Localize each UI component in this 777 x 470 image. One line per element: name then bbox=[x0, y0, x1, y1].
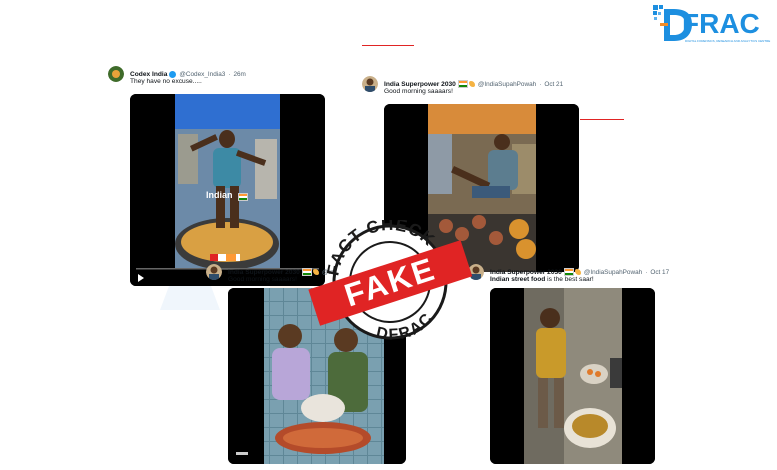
tweet-video[interactable]: Indian bbox=[130, 94, 325, 286]
avatar[interactable] bbox=[362, 76, 378, 92]
tweet-text: Good morning saaaars! bbox=[384, 88, 453, 95]
tweet-time[interactable]: Oct 17 bbox=[650, 269, 669, 276]
flexed-arm-icon bbox=[468, 81, 475, 87]
india-flag-icon bbox=[457, 80, 468, 88]
tweet-handle[interactable]: @IndiaSupahPowah bbox=[584, 269, 642, 276]
video-timestamp bbox=[236, 452, 248, 455]
tweet-author-name[interactable]: India Superpower 2030 bbox=[228, 269, 300, 276]
fake-stamp-graphic: FACT CHECK DFRAC FAKE bbox=[308, 199, 473, 351]
video-frame-street-vendor bbox=[490, 288, 655, 464]
tweet-text-rest: is the best saar! bbox=[545, 276, 594, 283]
red-divider-top bbox=[362, 45, 414, 47]
tweet-author-name[interactable]: Codex India bbox=[130, 71, 167, 78]
tweet-handle[interactable]: @IndiaSupahPowah bbox=[478, 81, 536, 88]
logo-wordmark: FRAC bbox=[682, 8, 760, 39]
avatar[interactable] bbox=[108, 66, 124, 82]
fact-check-stamp: FACT CHECK DFRAC FAKE bbox=[300, 199, 480, 351]
flexed-arm-icon bbox=[574, 269, 581, 275]
tweet-time-separator: · bbox=[539, 80, 542, 88]
tweet-handle[interactable]: @Codex_India3 bbox=[179, 71, 225, 78]
tweet-card[interactable]: Codex India @Codex_India3 · 26m They hav… bbox=[108, 66, 328, 288]
tweet-text: Good morning saaaars! bbox=[228, 276, 297, 283]
tweet-time-separator: · bbox=[228, 70, 231, 78]
tweet-text: They have no excuse..... bbox=[130, 78, 202, 85]
tweet-text-bold: Indian street food bbox=[490, 276, 546, 283]
avatar[interactable] bbox=[206, 264, 222, 280]
verified-icon bbox=[169, 70, 177, 78]
video-overlay-caption: Indian bbox=[206, 190, 233, 200]
tweet-card[interactable]: India Superpower 2030 @IndiaSupahPowah ·… bbox=[468, 264, 669, 464]
india-flag-icon bbox=[563, 268, 574, 276]
tweet-video[interactable] bbox=[490, 288, 655, 464]
tweet-time[interactable]: 26m bbox=[233, 71, 245, 78]
tweet-time[interactable]: Oct 21 bbox=[544, 81, 563, 88]
logo-tagline: DIGITAL FORENSICS, RESEARCH AND ANALYTIC… bbox=[685, 39, 771, 43]
tweet-time-separator: · bbox=[645, 268, 648, 276]
tweet-author-name[interactable]: India Superpower 2030 bbox=[490, 269, 562, 276]
dfrac-logo: FRAC DIGITAL FORENSICS, RESEARCH AND ANA… bbox=[652, 3, 771, 45]
tweet-text: Indian street food is the best saar! bbox=[490, 276, 594, 283]
india-flag-icon bbox=[238, 193, 248, 201]
tweet-author-name[interactable]: India Superpower 2030 bbox=[384, 81, 456, 88]
